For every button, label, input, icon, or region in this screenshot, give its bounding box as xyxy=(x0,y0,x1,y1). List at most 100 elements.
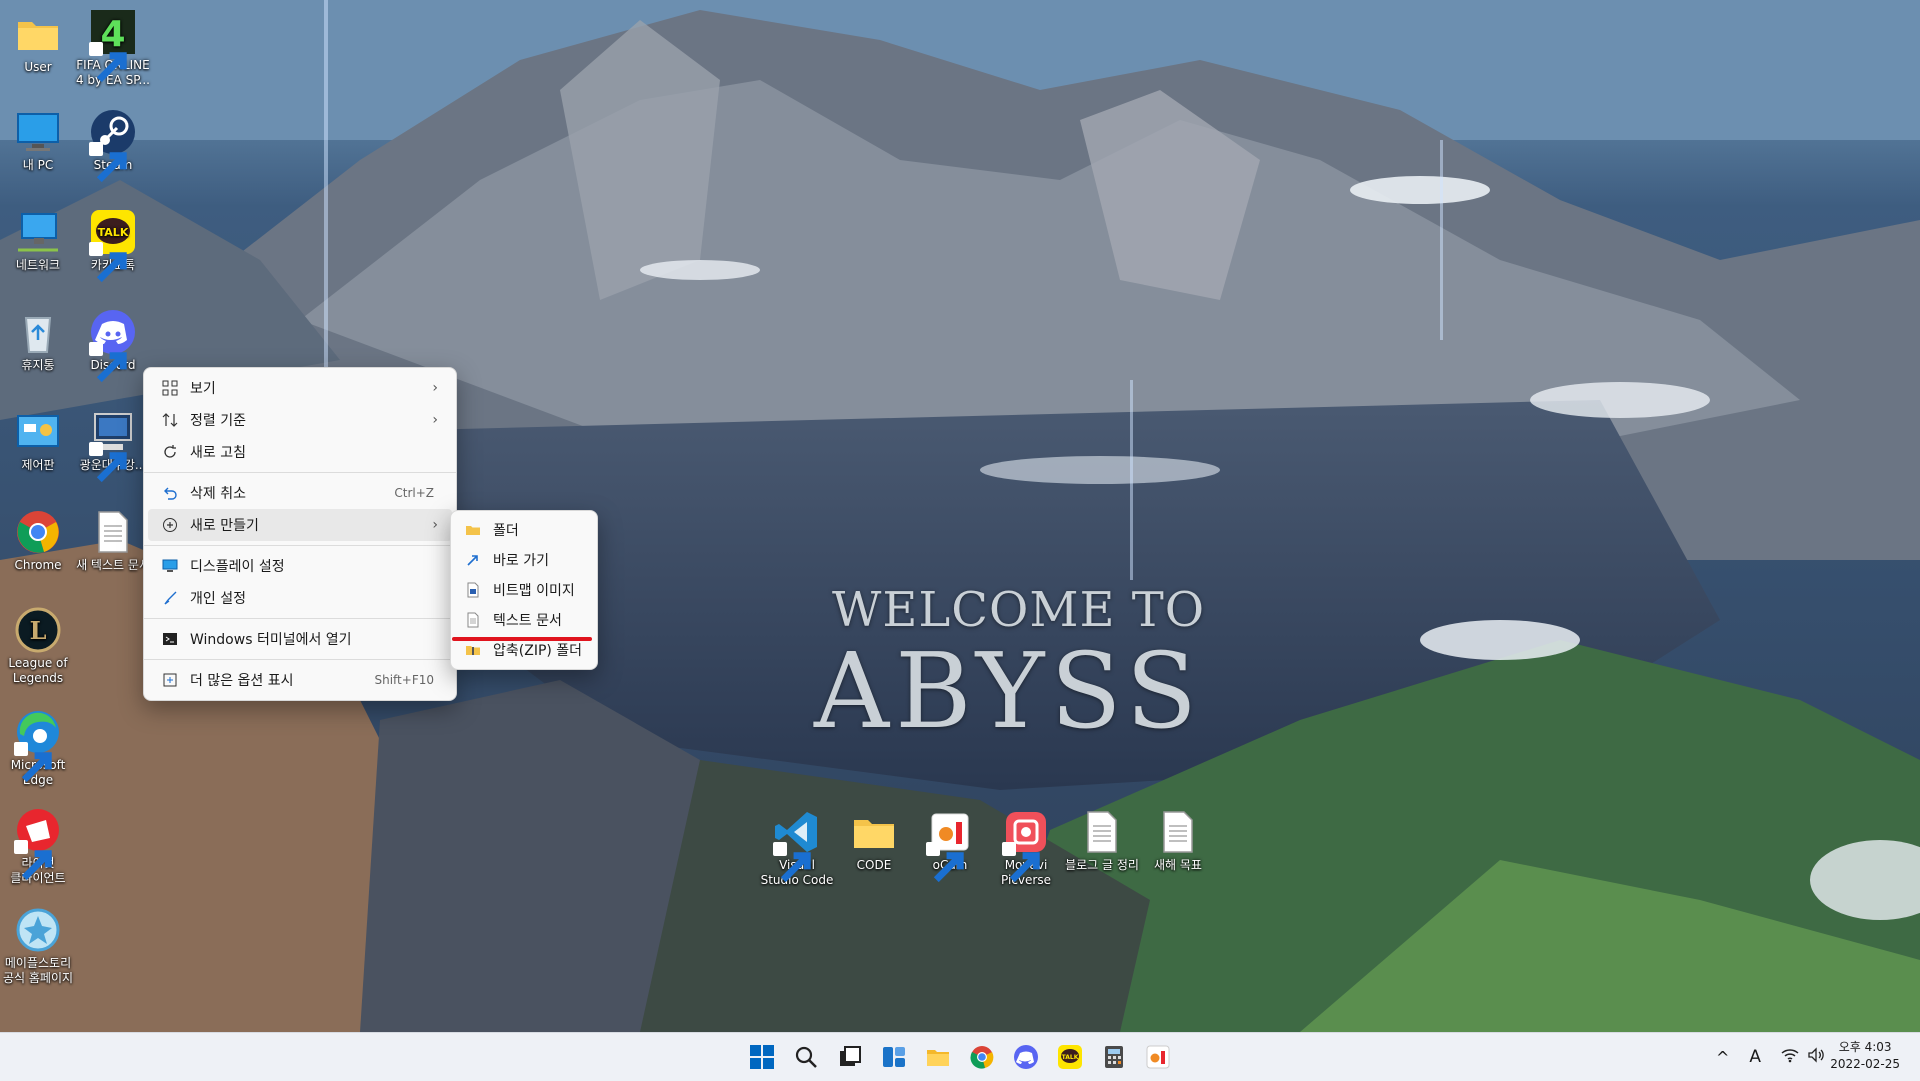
chrome-icon[interactable] xyxy=(966,1041,998,1073)
network-icon xyxy=(14,208,62,256)
terminal-icon xyxy=(160,629,180,649)
chrome-icon xyxy=(14,508,62,556)
calculator-icon[interactable] xyxy=(1098,1041,1130,1073)
menu-item-personalize[interactable]: 개인 설정 xyxy=(148,582,452,614)
desktop-icon-movavi-picverse[interactable]: Movavi Picverse xyxy=(988,808,1064,888)
submenu-item-bitmap[interactable]: 비트맵 이미지 xyxy=(455,575,593,605)
desktop-icon-control-panel[interactable]: 제어판 xyxy=(0,408,76,473)
task-view-icon[interactable] xyxy=(834,1041,866,1073)
file-explorer-icon[interactable] xyxy=(922,1041,954,1073)
more-options-icon xyxy=(160,670,180,690)
submenu-item-label: 압축(ZIP) 폴더 xyxy=(493,643,583,659)
submenu-item-label: 비트맵 이미지 xyxy=(493,583,575,599)
desktop-icon-maplestory[interactable]: 메이플스토리 공식 홈페이지 xyxy=(0,906,76,986)
desktop-icon-network[interactable]: 네트워크 xyxy=(0,208,76,273)
menu-item-undo-delete[interactable]: 삭제 취소 Ctrl+Z xyxy=(148,477,452,509)
menu-item-label: Windows 터미널에서 열기 xyxy=(190,632,352,648)
desktop-icon-label: 내 PC xyxy=(22,158,54,172)
menu-item-shortcut: Shift+F10 xyxy=(374,673,434,687)
menu-item-view[interactable]: 보기 › xyxy=(148,372,452,404)
submenu-item-folder[interactable]: 폴더 xyxy=(455,515,593,545)
menu-item-display-settings[interactable]: 디스플레이 설정 xyxy=(148,550,452,582)
svg-text:TALK: TALK xyxy=(1062,1054,1079,1061)
computer-icon xyxy=(89,408,137,483)
submenu-item-label: 텍스트 문서 xyxy=(493,613,562,629)
menu-item-new[interactable]: 새로 만들기 › xyxy=(148,509,452,541)
shortcut-arrow-icon xyxy=(89,42,127,83)
desktop-icon-recycle-bin[interactable]: 휴지통 xyxy=(0,308,76,373)
display-icon xyxy=(160,556,180,576)
start-icon[interactable] xyxy=(746,1041,778,1073)
desktop-icon-blog-notes[interactable]: 블로그 글 정리 xyxy=(1064,808,1140,873)
svg-text:TALK: TALK xyxy=(98,226,129,239)
menu-item-show-more-options[interactable]: 더 많은 옵션 표시 Shift+F10 xyxy=(148,664,452,696)
menu-item-label: 보기 xyxy=(190,381,216,397)
desktop-icon-user[interactable]: User xyxy=(0,10,76,75)
menu-item-open-terminal[interactable]: Windows 터미널에서 열기 xyxy=(148,623,452,655)
menu-item-label: 정렬 기준 xyxy=(190,413,246,429)
menu-item-label: 개인 설정 xyxy=(190,591,246,607)
submenu-item-label: 바로 가기 xyxy=(493,553,549,569)
vscode-icon xyxy=(773,808,821,883)
refresh-icon xyxy=(160,442,180,462)
movavi-picverse-icon xyxy=(1002,808,1050,883)
ocam-icon[interactable] xyxy=(1142,1041,1174,1073)
folder-icon xyxy=(850,808,898,856)
ime-indicator[interactable]: A xyxy=(1749,1047,1761,1067)
desktop-icon-label: 휴지통 xyxy=(21,358,55,372)
desktop-icon-steam[interactable]: Steam xyxy=(75,108,151,183)
desktop-icon-edge[interactable]: Microsoft Edge xyxy=(0,708,76,788)
desktop-icon-this-pc[interactable]: 내 PC xyxy=(0,108,76,173)
show-hidden-icons-chevron[interactable]: ^ xyxy=(1716,1048,1729,1067)
desktop-icon-new-text-document[interactable]: 새 텍스트 문서 xyxy=(75,508,151,573)
brush-icon xyxy=(160,588,180,608)
menu-item-label: 더 많은 옵션 표시 xyxy=(190,673,294,689)
volume-icon[interactable] xyxy=(1807,1047,1825,1067)
desktop-icon-kakaotalk[interactable]: TALK 카카오톡 xyxy=(75,208,151,283)
desktop-icon-vscode[interactable]: Visual Studio Code xyxy=(759,808,835,888)
steam-icon xyxy=(89,108,137,183)
desktop-icon-riot-client[interactable]: 라이엇 클라이언트 xyxy=(0,806,76,886)
search-icon[interactable] xyxy=(790,1041,822,1073)
desktop-icon-code-folder[interactable]: CODE xyxy=(836,808,912,873)
menu-item-label: 디스플레이 설정 xyxy=(190,559,285,575)
menu-separator xyxy=(144,618,456,619)
submenu-item-text-document[interactable]: 텍스트 문서 xyxy=(455,605,593,635)
desktop-context-menu: 보기 › 정렬 기준 › 새로 고침 삭제 취소 Ctrl+Z 새로 만들기 ›… xyxy=(143,367,457,701)
shortcut-arrow-icon xyxy=(926,842,964,883)
maplestory-icon xyxy=(14,906,62,954)
shortcut-icon xyxy=(463,550,483,570)
svg-text:L: L xyxy=(30,616,47,645)
desktop-icon-fifa[interactable]: 4 FIFA ONLINE 4 by EA SP... xyxy=(75,8,151,88)
menu-item-refresh[interactable]: 새로 고침 xyxy=(148,436,452,468)
undo-icon xyxy=(160,483,180,503)
widgets-icon[interactable] xyxy=(878,1041,910,1073)
shortcut-arrow-icon xyxy=(14,742,52,783)
desktop-icon-label: CODE xyxy=(856,858,892,872)
league-of-legends-icon: L xyxy=(14,606,62,654)
zip-folder-icon xyxy=(463,640,483,660)
fifa-online-icon: 4 xyxy=(89,8,137,83)
wifi-icon[interactable] xyxy=(1781,1047,1799,1067)
discord-icon[interactable] xyxy=(1010,1041,1042,1073)
desktop-icon-label: 새해 목표 xyxy=(1154,858,1202,872)
folder-icon xyxy=(14,10,62,58)
desktop-icon-discord[interactable]: Discord xyxy=(75,308,151,383)
menu-item-sort-by[interactable]: 정렬 기준 › xyxy=(148,404,452,436)
menu-item-label: 삭제 취소 xyxy=(190,486,246,502)
shortcut-arrow-icon xyxy=(89,442,127,483)
sort-icon xyxy=(160,410,180,430)
kakaotalk-icon: TALK xyxy=(89,208,137,283)
shortcut-arrow-icon xyxy=(1002,842,1040,883)
shortcut-arrow-icon xyxy=(89,142,127,183)
desktop-icon-ocam[interactable]: oCam xyxy=(912,808,988,883)
desktop-icon-label: Chrome xyxy=(14,558,62,572)
desktop-icon-course-app[interactable]: 광운대수강... xyxy=(75,408,151,483)
desktop-icon-chrome[interactable]: Chrome xyxy=(0,508,76,573)
desktop-icon-new-year-goals[interactable]: 새해 목표 xyxy=(1140,808,1216,873)
kakaotalk-icon[interactable]: TALK xyxy=(1054,1041,1086,1073)
submenu-item-shortcut[interactable]: 바로 가기 xyxy=(455,545,593,575)
text-document-icon xyxy=(1078,808,1126,856)
desktop-icon-league-of-legends[interactable]: L League of Legends xyxy=(0,606,76,686)
taskbar-clock[interactable]: 오후 4:03 2022-02-25 xyxy=(1830,1039,1900,1073)
